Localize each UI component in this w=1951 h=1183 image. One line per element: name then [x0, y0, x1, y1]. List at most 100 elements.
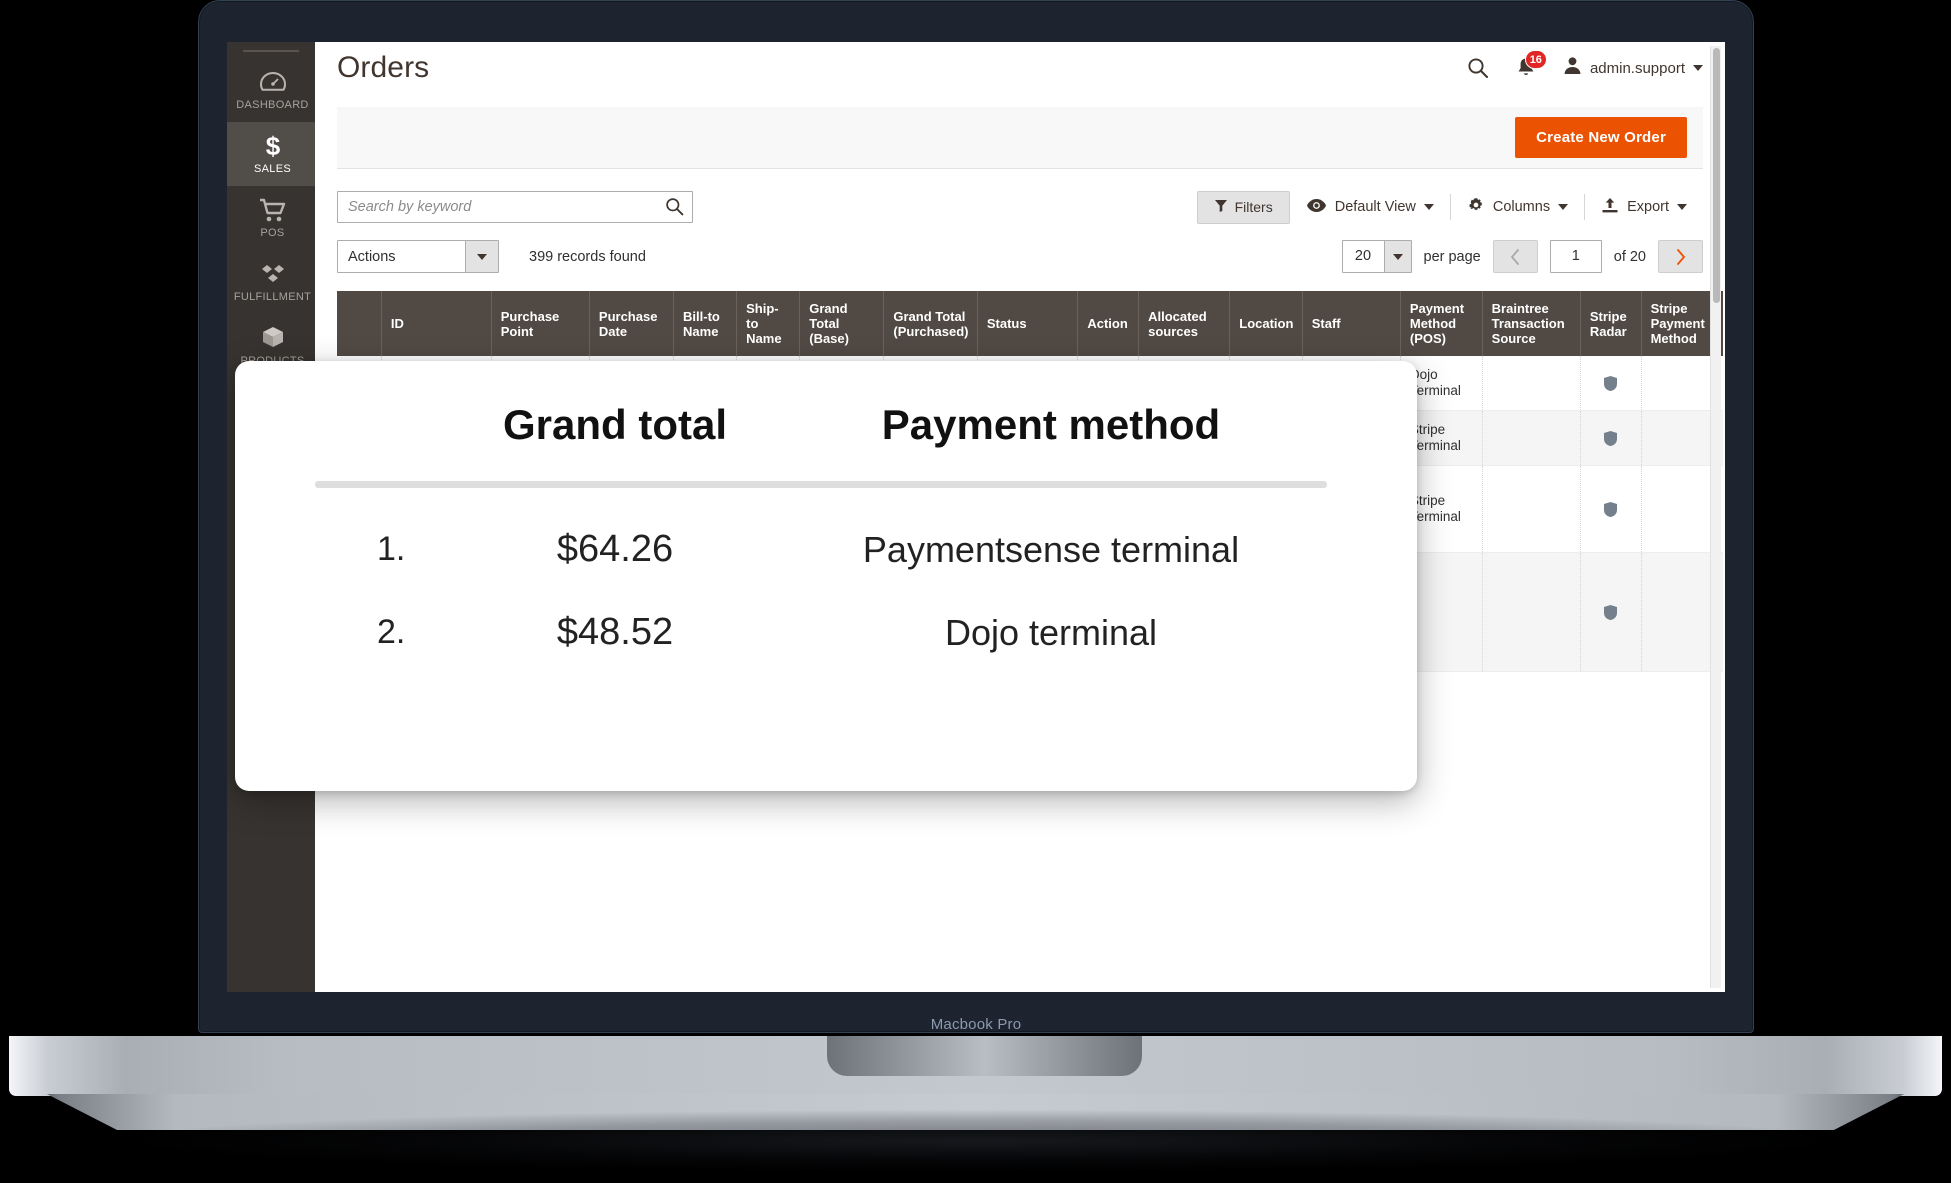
chevron-down-icon — [1558, 204, 1569, 210]
export-control[interactable]: Export — [1585, 191, 1703, 224]
laptop-model-label: Macbook Pro — [930, 1016, 1022, 1033]
grid-toolbar: Filters Default View — [337, 190, 1703, 224]
mass-actions-select[interactable]: Actions — [337, 240, 499, 273]
shield-icon — [1604, 501, 1618, 517]
scrollbar-thumb[interactable] — [1713, 48, 1720, 303]
col-allocated-sources[interactable]: Allocated sources — [1138, 291, 1231, 356]
columns-control[interactable]: Columns — [1451, 190, 1584, 224]
default-view-control[interactable]: Default View — [1290, 192, 1450, 223]
search-box — [337, 191, 693, 223]
cell-stripe-radar — [1580, 356, 1642, 411]
col-ship-to-name[interactable]: Ship-to Name — [736, 291, 801, 356]
overlay-rows: 1. $64.26 Paymentsense terminal 2. $48.52 Doj… — [315, 528, 1337, 654]
grid-subbar: Actions 399 records found 20 per page 1 … — [337, 240, 1703, 273]
header-actions: 16 admin.support — [1467, 50, 1703, 80]
chevron-down-icon — [1383, 241, 1411, 272]
col-payment-method-pos[interactable]: Payment Method (POS) — [1400, 291, 1483, 356]
page-action-bar: Create New Order — [337, 107, 1703, 169]
boxes-icon — [232, 259, 313, 289]
col-action[interactable]: Action — [1077, 291, 1140, 356]
funnel-icon — [1214, 199, 1228, 216]
user-menu[interactable]: admin.support — [1563, 56, 1703, 80]
table-header-row: ID Purchase Point Purchase Date Bill-to … — [337, 291, 1723, 356]
search-icon[interactable] — [665, 197, 684, 221]
col-staff[interactable]: Staff — [1302, 291, 1401, 356]
col-stripe-radar[interactable]: Stripe Radar — [1580, 291, 1642, 356]
cell-stripe-radar — [1580, 552, 1642, 672]
sidebar-divider — [243, 50, 299, 52]
overlay-row-grand-total: $48.52 — [556, 611, 674, 653]
cell-braintree-source — [1482, 552, 1581, 672]
svg-text:$: $ — [265, 132, 280, 160]
shield-icon — [1604, 430, 1618, 446]
dollar-icon: $ — [232, 131, 313, 161]
sidebar-item-label: FULFILLMENT — [233, 291, 312, 303]
cell-braintree-source — [1482, 356, 1581, 411]
laptop-screen: DASHBOARD $ SALES POS FULFILLMENT Orders… — [227, 42, 1725, 992]
per-page-value: 20 — [1354, 248, 1372, 264]
sidebar-item-sales[interactable]: $ SALES — [227, 122, 315, 186]
col-purchase-date[interactable]: Purchase Date — [589, 291, 675, 356]
col-braintree-transaction-source[interactable]: Braintree Transaction Source — [1482, 291, 1581, 356]
sidebar-item-fulfillment[interactable]: FULFILLMENT — [227, 250, 315, 314]
page-header: Orders 16 admin.support — [315, 42, 1725, 94]
overlay-row-payment-method: Paymentsense terminal — [862, 528, 1240, 570]
pagination: 20 per page 1 of 20 — [1341, 240, 1703, 273]
chevron-down-icon — [1423, 204, 1434, 210]
col-select[interactable] — [337, 291, 382, 356]
laptop-notch — [827, 1036, 1142, 1076]
per-page-label: per page — [1423, 248, 1481, 265]
highlight-overlay-card: Grand total Payment method 1. $64.26 Payme… — [235, 361, 1417, 791]
dashboard-icon — [232, 67, 313, 97]
cell-braintree-source — [1482, 465, 1581, 553]
cell-stripe-radar — [1580, 465, 1642, 553]
per-page-select[interactable]: 20 — [1341, 240, 1412, 273]
col-grand-total-base[interactable]: Grand Total (Base) — [799, 291, 885, 356]
filters-button[interactable]: Filters — [1196, 190, 1290, 224]
mass-actions-label: Actions — [348, 248, 396, 265]
user-icon — [1563, 56, 1582, 80]
export-icon — [1601, 197, 1619, 218]
page-title: Orders — [337, 51, 430, 84]
notifications-bell[interactable]: 16 — [1516, 50, 1547, 79]
orders-grid-header: ID Purchase Point Purchase Date Bill-to … — [337, 291, 1723, 356]
previous-page-button[interactable] — [1492, 240, 1538, 273]
overlay-row-number: 1. — [377, 530, 406, 568]
col-grand-total-purchased[interactable]: Grand Total (Purchased) — [883, 291, 978, 356]
eye-icon — [1306, 198, 1327, 217]
shield-icon — [1604, 375, 1618, 391]
sidebar-item-pos[interactable]: POS — [227, 186, 315, 250]
laptop-deck — [9, 1036, 1942, 1096]
laptop-shadow — [120, 1110, 1840, 1172]
col-location[interactable]: Location — [1229, 291, 1303, 356]
overlay-header-row: Grand total Payment method — [315, 401, 1337, 449]
columns-label: Columns — [1492, 199, 1551, 215]
overlay-row-payment-method: Dojo terminal — [944, 611, 1158, 653]
records-found-label: 399 records found — [529, 248, 646, 265]
next-page-button[interactable] — [1658, 240, 1703, 273]
sidebar-item-dashboard[interactable]: DASHBOARD — [227, 58, 315, 122]
notification-badge: 16 — [1524, 50, 1547, 69]
overlay-header-payment-method: Payment method — [881, 401, 1221, 448]
page-number-input[interactable]: 1 — [1549, 240, 1602, 273]
gear-icon — [1467, 196, 1485, 218]
col-bill-to-name[interactable]: Bill-to Name — [673, 291, 738, 356]
cell-stripe-radar — [1580, 410, 1642, 466]
col-purchase-point[interactable]: Purchase Point — [491, 291, 590, 356]
search-input[interactable] — [338, 192, 692, 222]
chevron-down-icon — [1693, 65, 1703, 71]
vertical-scrollbar[interactable] — [1710, 46, 1721, 988]
chevron-down-icon — [1677, 204, 1687, 210]
cell-braintree-source — [1482, 410, 1581, 466]
shield-icon — [1604, 604, 1618, 620]
export-label: Export — [1627, 199, 1669, 215]
chevron-down-icon — [465, 241, 498, 272]
overlay-row: 1. $64.26 Paymentsense terminal — [315, 528, 1337, 571]
create-new-order-button[interactable]: Create New Order — [1515, 117, 1687, 158]
filters-label: Filters — [1234, 199, 1273, 215]
col-status[interactable]: Status — [977, 291, 1079, 356]
overlay-divider — [315, 481, 1327, 488]
col-id[interactable]: ID — [381, 291, 492, 356]
search-icon[interactable] — [1467, 57, 1489, 79]
cart-icon — [232, 195, 313, 225]
